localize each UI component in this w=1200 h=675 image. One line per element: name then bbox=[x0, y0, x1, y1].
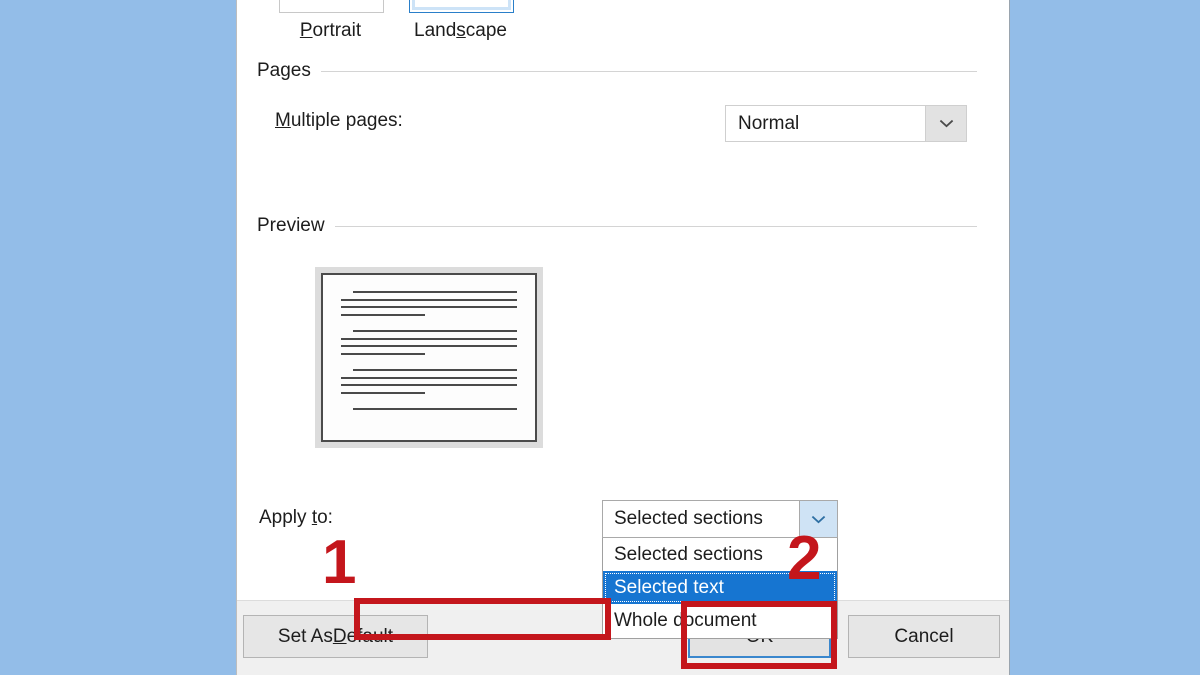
multiple-pages-value: Normal bbox=[738, 112, 800, 134]
annotation-step-1: 1 bbox=[322, 528, 357, 597]
apply-to-label: Apply to: bbox=[259, 507, 333, 528]
preview-text-line bbox=[341, 345, 517, 347]
group-divider bbox=[334, 225, 977, 227]
multiple-pages-dropdown-button[interactable] bbox=[925, 106, 966, 141]
preview-text-line bbox=[341, 391, 426, 394]
preview-paragraph-gap bbox=[341, 321, 517, 330]
preview-page-landscape bbox=[321, 273, 537, 442]
preview-text-line bbox=[353, 291, 517, 293]
preview-paragraph-gap bbox=[341, 360, 517, 369]
chevron-down-icon bbox=[811, 515, 826, 523]
preview-text-line bbox=[341, 313, 426, 316]
annotation-step-2: 2 bbox=[787, 524, 822, 593]
preview-group-header: Preview bbox=[257, 215, 977, 237]
annotation-rect-ok-button bbox=[681, 601, 837, 669]
dialog-body: Portrait Landscape Pages Multiple pages:… bbox=[237, 0, 1009, 639]
preview-text-line bbox=[353, 408, 517, 410]
orientation-landscape-tile[interactable] bbox=[409, 0, 514, 13]
group-divider bbox=[320, 70, 977, 72]
preview-text-line bbox=[341, 352, 426, 355]
chevron-down-icon bbox=[939, 119, 953, 128]
preview-text-line bbox=[353, 330, 517, 332]
orientation-landscape-label: Landscape bbox=[414, 20, 507, 41]
preview-text-line bbox=[353, 369, 517, 371]
pages-group-label: Pages bbox=[257, 60, 311, 81]
multiple-pages-label: Multiple pages: bbox=[275, 110, 403, 131]
preview-group-label: Preview bbox=[257, 215, 325, 236]
preview-text-line bbox=[341, 306, 517, 308]
cancel-button[interactable]: Cancel bbox=[848, 615, 1000, 658]
orientation-portrait-tile[interactable] bbox=[279, 0, 384, 13]
annotation-rect-selected-text bbox=[354, 598, 611, 640]
preview-text-line bbox=[341, 298, 517, 301]
orientation-portrait-label: Portrait bbox=[299, 20, 362, 41]
preview-text-line bbox=[341, 337, 517, 340]
pages-group-header: Pages bbox=[257, 60, 977, 82]
preview-text-line bbox=[341, 376, 517, 379]
preview-text-line bbox=[341, 384, 517, 386]
preview-thumbnail bbox=[315, 267, 543, 448]
preview-paragraph-gap bbox=[341, 399, 517, 408]
apply-to-value: Selected sections bbox=[614, 508, 763, 529]
multiple-pages-combobox[interactable]: Normal bbox=[725, 105, 967, 142]
portrait-label-rest: ortrait bbox=[312, 20, 362, 41]
